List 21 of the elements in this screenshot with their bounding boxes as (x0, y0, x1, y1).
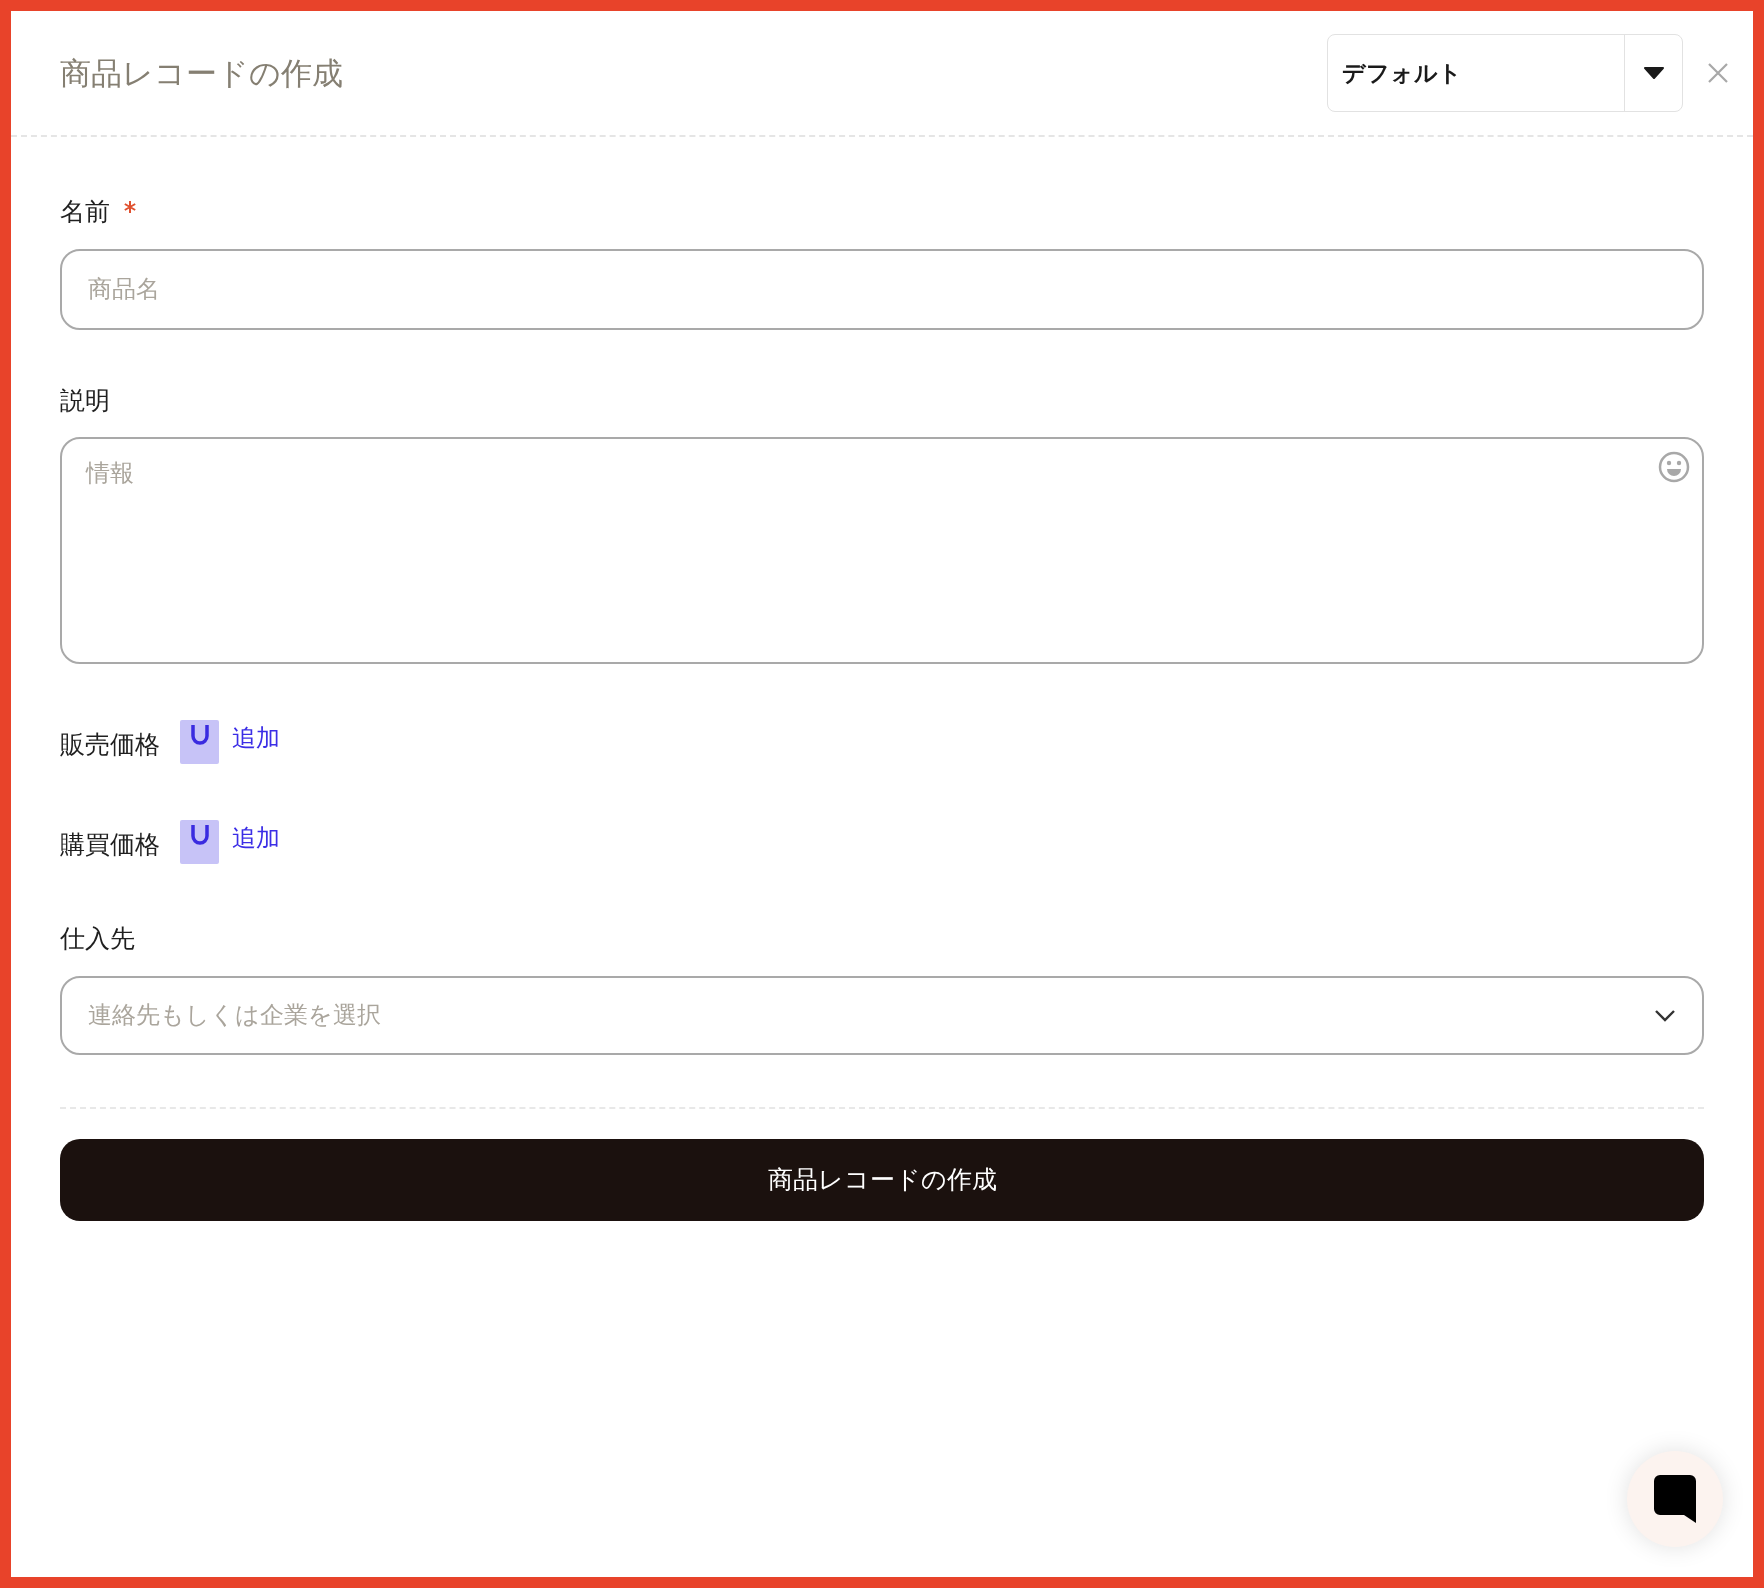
emoji-icon[interactable] (1658, 451, 1690, 483)
add-link[interactable]: 追加 (232, 820, 280, 856)
add-link[interactable]: 追加 (232, 720, 280, 756)
field-label: 説明 (60, 384, 110, 417)
field-label: 購買価格 (60, 829, 160, 862)
chat-bubble-icon (1654, 1475, 1696, 1523)
field-label: 販売価格 (60, 729, 160, 762)
view-select-value: デフォルト (1341, 58, 1463, 88)
description-field[interactable]: 情報 (60, 437, 1704, 664)
currency-icon (180, 720, 219, 764)
view-select[interactable]: デフォルト (1327, 34, 1683, 112)
create-record-button[interactable]: 商品レコードの作成 (60, 1138, 1704, 1221)
required-icon (124, 200, 136, 213)
field-label: 名前 (60, 196, 110, 228)
name-input[interactable]: 商品名 (60, 248, 1704, 330)
chevron-down-icon (1654, 1008, 1676, 1022)
field-label: 仕入先 (60, 923, 135, 955)
dialog-title: 商品レコードの作成 (60, 53, 344, 93)
close-icon[interactable] (1707, 62, 1729, 84)
caret-icon (1643, 67, 1664, 79)
currency-icon (180, 820, 219, 864)
